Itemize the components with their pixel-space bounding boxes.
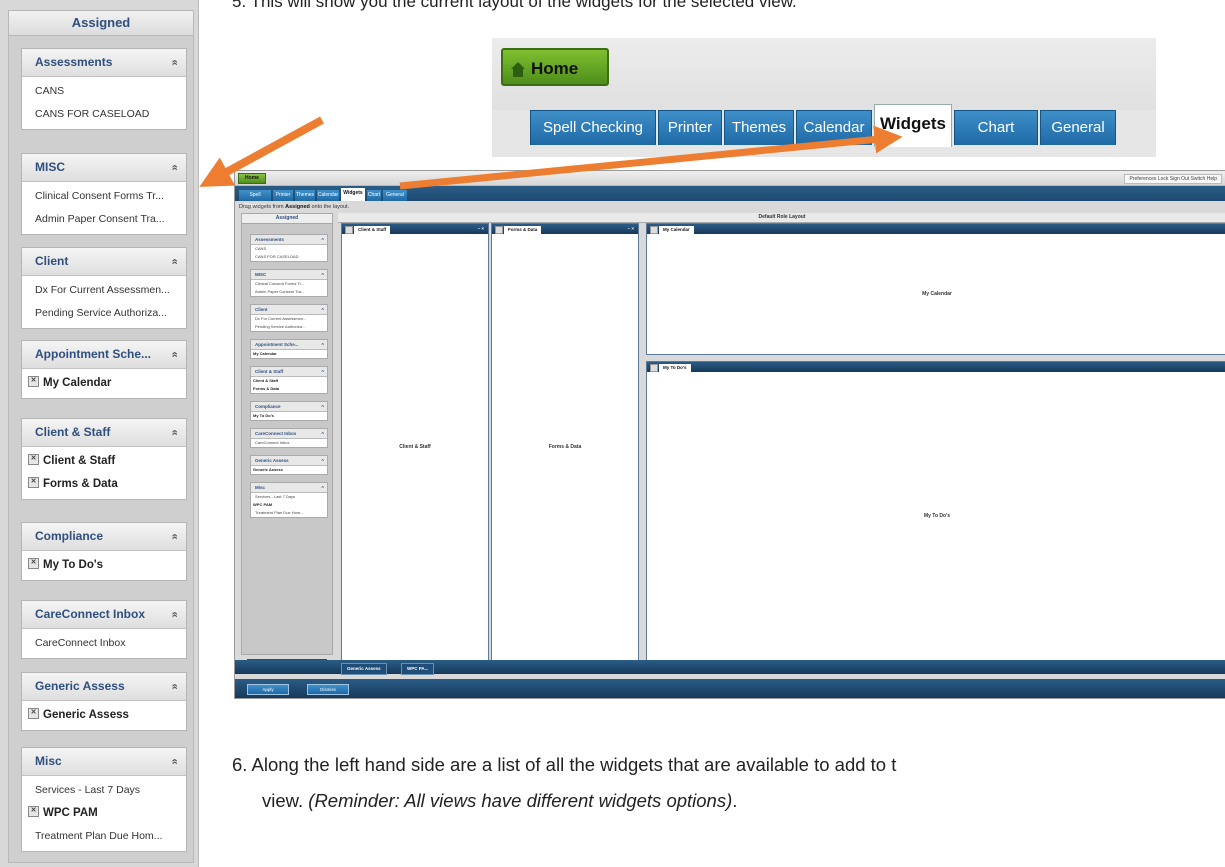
arrow-to-assigned-list bbox=[199, 116, 324, 187]
annotation-arrows bbox=[199, 116, 903, 190]
arrow-to-widgets-tab bbox=[399, 125, 903, 190]
